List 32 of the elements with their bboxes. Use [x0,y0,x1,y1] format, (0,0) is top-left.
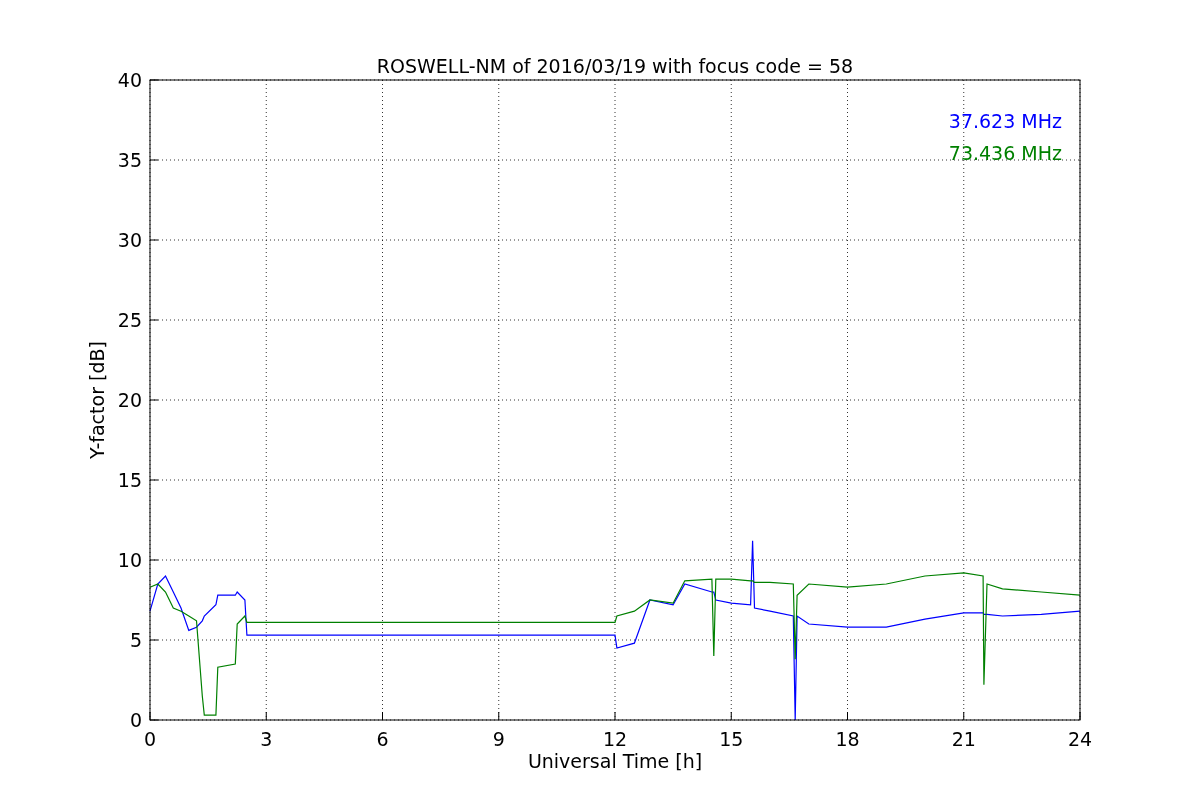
tick-label: 15 [719,728,744,750]
tick-label: 25 [117,309,142,331]
tick-label: 21 [951,728,976,750]
x-axis-label: Universal Time [h] [527,750,703,772]
tick-mark [265,711,267,721]
tick-mark [847,711,848,721]
legend-label: 37.623 MHz [948,110,1062,132]
tick-label: 20 [117,389,142,411]
chart-title: ROSWELL-NM of 2016/03/19 with focus code = 58 [376,55,854,77]
tick-mark [1079,711,1081,721]
tick-label: 15 [117,469,142,491]
tick-label: 12 [602,728,628,750]
tick-mark [382,711,383,721]
tick-label: 0 [129,709,142,731]
tick-label: 18 [835,728,860,750]
tick-mark [498,711,500,721]
tick-mark [614,711,616,721]
tick-label: 9 [492,728,505,750]
y-axis-label: Y-factor [dB] [86,341,108,459]
legend-label: 73.436 MHz [948,142,1062,164]
tick-label: 10 [117,549,142,571]
tick-label: 5 [129,629,142,651]
tick-label: 3 [260,728,273,750]
tick-label: 24 [1067,728,1093,750]
tick-mark [963,711,965,721]
tick-mark [149,79,159,81]
tick-label: 35 [117,149,142,171]
tick-label: 40 [117,69,142,91]
tick-label: 0 [143,728,157,750]
tick-label: 6 [376,728,389,750]
tick-mark [730,711,732,721]
tick-label: 30 [117,229,142,251]
